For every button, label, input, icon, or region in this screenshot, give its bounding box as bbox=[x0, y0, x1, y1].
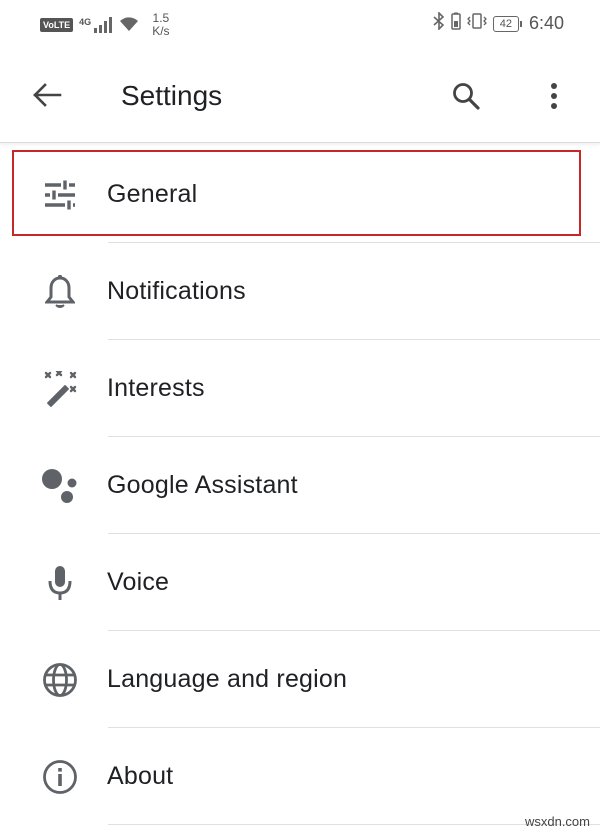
app-bar: Settings bbox=[0, 52, 600, 143]
settings-item-label: Voice bbox=[107, 568, 170, 596]
bell-icon bbox=[38, 270, 82, 314]
settings-item-voice[interactable]: Voice bbox=[0, 534, 600, 631]
arrow-back-icon bbox=[32, 82, 62, 112]
assistant-icon bbox=[38, 464, 82, 508]
settings-item-label: Notifications bbox=[107, 277, 246, 305]
settings-item-label: Language and region bbox=[107, 665, 348, 693]
search-button[interactable] bbox=[446, 78, 486, 118]
settings-item-label: Google Assistant bbox=[107, 471, 298, 499]
clock: 6:40 bbox=[528, 13, 564, 33]
bluetooth-icon bbox=[433, 11, 445, 35]
tune-icon bbox=[38, 173, 82, 217]
status-bar-right: 42 6:40 bbox=[433, 11, 564, 35]
settings-item-about[interactable]: About bbox=[0, 728, 600, 825]
search-icon bbox=[451, 81, 481, 116]
settings-item-notifications[interactable]: Notifications bbox=[0, 243, 600, 340]
info-icon bbox=[38, 755, 82, 799]
status-bar: VoLTE 4G 1.5 K/s 42 6:40 bbox=[0, 0, 600, 52]
back-button[interactable] bbox=[28, 78, 66, 116]
settings-item-language-and-region[interactable]: Language and region bbox=[0, 631, 600, 728]
speed-value: 1.5 bbox=[152, 11, 170, 25]
settings-list: General Notifications Interests Google A… bbox=[0, 146, 600, 825]
signal-icon: 4G bbox=[79, 17, 113, 33]
settings-item-google-assistant[interactable]: Google Assistant bbox=[0, 437, 600, 534]
more-options-button[interactable] bbox=[534, 78, 574, 118]
battery-level: 42 bbox=[492, 15, 523, 32]
settings-item-general[interactable]: General bbox=[0, 146, 600, 243]
network-speed: 1.5 K/s bbox=[152, 12, 169, 38]
globe-icon bbox=[38, 658, 82, 702]
phone-battery-icon bbox=[450, 12, 461, 35]
magic-wand-icon bbox=[38, 367, 82, 411]
status-bar-left: VoLTE 4G 1.5 K/s bbox=[40, 12, 170, 38]
watermark: wsxdn.com bbox=[524, 814, 590, 829]
volte-badge: VoLTE bbox=[40, 18, 74, 32]
speed-unit: K/s bbox=[152, 24, 170, 38]
settings-item-label: About bbox=[107, 762, 174, 790]
microphone-icon bbox=[38, 561, 82, 605]
settings-item-label: General bbox=[107, 180, 198, 208]
network-type: 4G bbox=[79, 17, 92, 27]
settings-item-interests[interactable]: Interests bbox=[0, 340, 600, 437]
vibrate-icon bbox=[466, 12, 487, 35]
settings-item-label: Interests bbox=[107, 374, 205, 402]
page-title: Settings bbox=[121, 80, 223, 111]
more-vert-icon bbox=[550, 82, 558, 115]
wifi-icon bbox=[118, 14, 140, 37]
